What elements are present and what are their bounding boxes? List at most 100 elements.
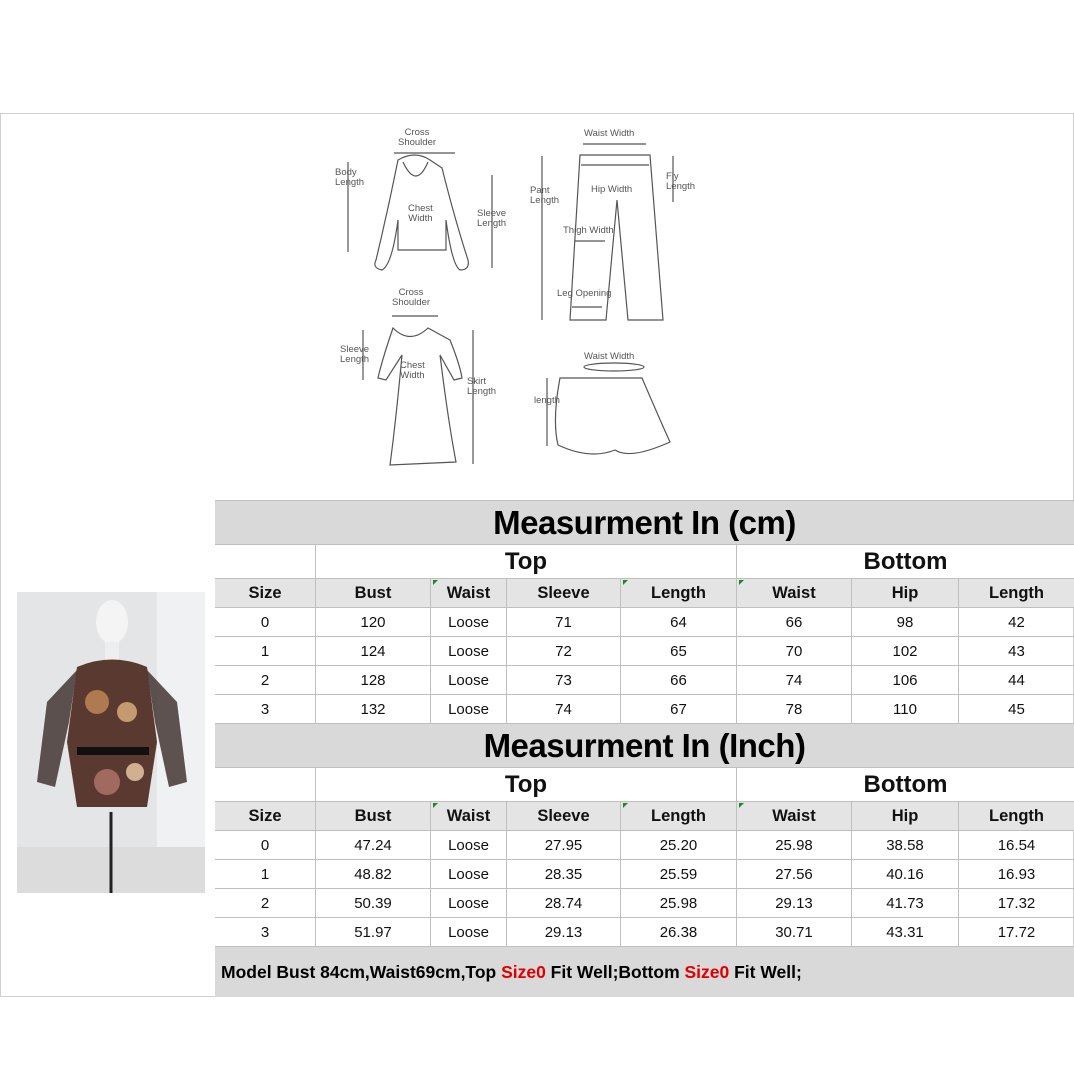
cell-length: 65 [620, 637, 736, 665]
measurement-diagram: Cross Shoulder Body Length Chest Width S… [330, 120, 710, 480]
cell-bust: 48.82 [315, 860, 430, 888]
column-header-hip: Hip [851, 802, 958, 830]
note-text: Fit Well; [729, 961, 802, 982]
cell-size: 2 [260, 671, 270, 689]
label-dress-chest-width: Chest Width [400, 360, 425, 381]
column-header-label: Sleeve [537, 806, 590, 825]
column-header-sleeve: Sleeve [506, 802, 620, 830]
empty-cell [215, 545, 315, 578]
inch-table-row: 3 51.97 Loose 29.13 26.38 30.71 43.31 17.72 [215, 917, 1074, 946]
cell-waist: Loose [430, 889, 506, 917]
column-header-length: Length [620, 579, 736, 607]
column-header-label: Bust [354, 806, 392, 825]
cell-bust: 51.97 [315, 918, 430, 946]
cell-sleeve: 28.35 [506, 860, 620, 888]
product-photo [17, 592, 205, 893]
size-table: Measurment In (cm) Top Bottom Size Bust Waist… [215, 500, 1074, 997]
column-header-blength: Length [958, 579, 1074, 607]
column-header-waist: Waist [430, 579, 506, 607]
inch-group-header: Top Bottom [215, 767, 1074, 801]
group-top: Top [315, 545, 736, 578]
column-header-label: Waist [446, 583, 491, 602]
cell-size: 3 [260, 700, 270, 718]
note-text: Fit Well;Bottom [545, 961, 685, 982]
column-header-hip: Hip [851, 579, 958, 607]
cell-bwaist: 66 [736, 608, 851, 636]
cell-size: 2 [260, 894, 270, 912]
comment-marker-icon [739, 580, 744, 585]
size-highlight: Size0 [501, 961, 546, 982]
cm-column-header: Size Bust Waist Sleeve Length Waist Hip Length [215, 578, 1074, 607]
column-header-label: Size [248, 806, 282, 825]
cell-bwaist: 30.71 [736, 918, 851, 946]
cell-hip: 40.16 [851, 860, 958, 888]
cell-length: 25.20 [620, 831, 736, 859]
group-top: Top [315, 768, 736, 801]
cell-length: 64 [620, 608, 736, 636]
cell-size: 3 [260, 923, 270, 941]
cell-blength: 17.72 [958, 918, 1074, 946]
column-header-label: Hip [891, 806, 919, 825]
cm-table-row: 1 124 Loose 72 65 70 102 43 [215, 636, 1074, 665]
label-skirt-length-short: length [534, 395, 560, 406]
cell-hip: 102 [851, 637, 958, 665]
cell-waist: Loose [430, 637, 506, 665]
model-fit-note: Model Bust 84cm,Waist69cm,Top Size0 Fit … [215, 946, 1074, 997]
cell-hip: 38.58 [851, 831, 958, 859]
cell-bwaist: 70 [736, 637, 851, 665]
cell-length: 25.59 [620, 860, 736, 888]
cell-sleeve: 72 [506, 637, 620, 665]
comment-marker-icon [433, 803, 438, 808]
cell-size: 1 [260, 642, 270, 660]
cell-sleeve: 71 [506, 608, 620, 636]
note-text: Model Bust 84cm,Waist69cm,Top [221, 961, 502, 982]
cell-sleeve: 73 [506, 666, 620, 694]
cell-waist: Loose [430, 608, 506, 636]
label-waist-width: Waist Width [584, 128, 635, 139]
cell-hip: 43.31 [851, 918, 958, 946]
column-header-label: Size [248, 583, 282, 602]
cell-hip: 110 [851, 695, 958, 723]
cell-hip: 41.73 [851, 889, 958, 917]
cell-blength: 42 [958, 608, 1074, 636]
cell-bwaist: 74 [736, 666, 851, 694]
cm-table-row: 0 120 Loose 71 64 66 98 42 [215, 607, 1074, 636]
inch-title: Measurment In (Inch) [215, 723, 1074, 767]
column-header-label: Length [651, 583, 706, 602]
cell-blength: 43 [958, 637, 1074, 665]
cm-table-row: 3 132 Loose 74 67 78 110 45 [215, 694, 1074, 723]
column-header-sleeve: Sleeve [506, 579, 620, 607]
label-skirt-waist-width: Waist Width [584, 351, 635, 362]
column-header-label: Waist [772, 583, 816, 602]
column-header-label: Sleeve [537, 583, 590, 602]
cell-size: 0 [260, 836, 270, 854]
column-header-size: Size [215, 579, 315, 607]
cell-size: 1 [260, 865, 270, 883]
label-hip-width: Hip Width [591, 184, 633, 195]
cell-bwaist: 78 [736, 695, 851, 723]
comment-marker-icon [623, 803, 628, 808]
cell-size: 0 [260, 613, 270, 631]
column-header-label: Length [989, 806, 1044, 825]
cell-sleeve: 28.74 [506, 889, 620, 917]
cell-bust: 124 [315, 637, 430, 665]
column-header-bust: Bust [315, 579, 430, 607]
label-dress-sleeve-length: Sleeve Length [340, 344, 370, 365]
cell-length: 25.98 [620, 889, 736, 917]
group-bottom: Bottom [736, 768, 1074, 801]
cell-waist: Loose [430, 831, 506, 859]
comment-marker-icon [433, 580, 438, 585]
cell-blength: 17.32 [958, 889, 1074, 917]
cell-bwaist: 25.98 [736, 831, 851, 859]
label-pant-length: Pant Length [530, 185, 560, 206]
column-header-waist: Waist [430, 802, 506, 830]
cell-blength: 44 [958, 666, 1074, 694]
cell-sleeve: 27.95 [506, 831, 620, 859]
cell-sleeve: 74 [506, 695, 620, 723]
column-header-bust: Bust [315, 802, 430, 830]
cell-waist: Loose [430, 860, 506, 888]
column-header-label: Waist [772, 806, 816, 825]
column-header-size: Size [215, 802, 315, 830]
cell-bust: 132 [315, 695, 430, 723]
column-header-length: Length [620, 802, 736, 830]
